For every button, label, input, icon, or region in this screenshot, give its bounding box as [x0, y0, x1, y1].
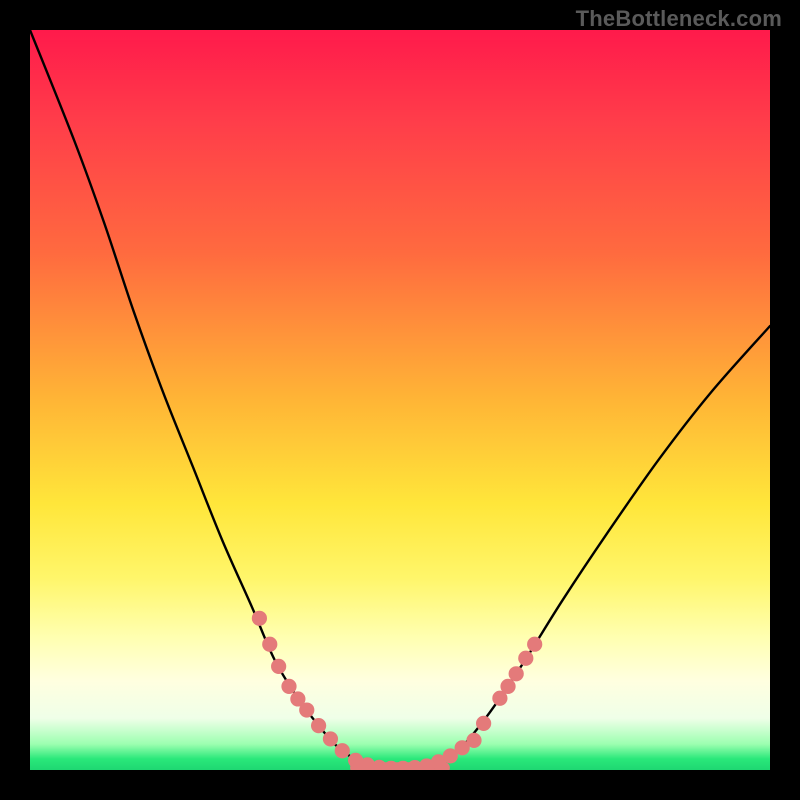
curve-marker — [252, 611, 267, 626]
curve-marker — [262, 637, 277, 652]
curve-marker — [500, 679, 515, 694]
curve-marker — [281, 679, 296, 694]
curve-marker — [311, 718, 326, 733]
chart-root: TheBottleneck.com — [0, 0, 800, 800]
curve-marker — [271, 659, 286, 674]
curve-marker — [335, 743, 350, 758]
curve-marker — [518, 651, 533, 666]
bottleneck-curve — [30, 30, 770, 769]
plot-area — [30, 30, 770, 770]
curve-marker — [466, 733, 481, 748]
curve-marker — [527, 637, 542, 652]
curve-marker — [323, 731, 338, 746]
watermark-text: TheBottleneck.com — [576, 6, 782, 32]
curve-marker — [509, 666, 524, 681]
chart-svg — [30, 30, 770, 770]
curve-markers — [252, 611, 542, 770]
curve-marker — [299, 702, 314, 717]
curve-marker — [476, 716, 491, 731]
